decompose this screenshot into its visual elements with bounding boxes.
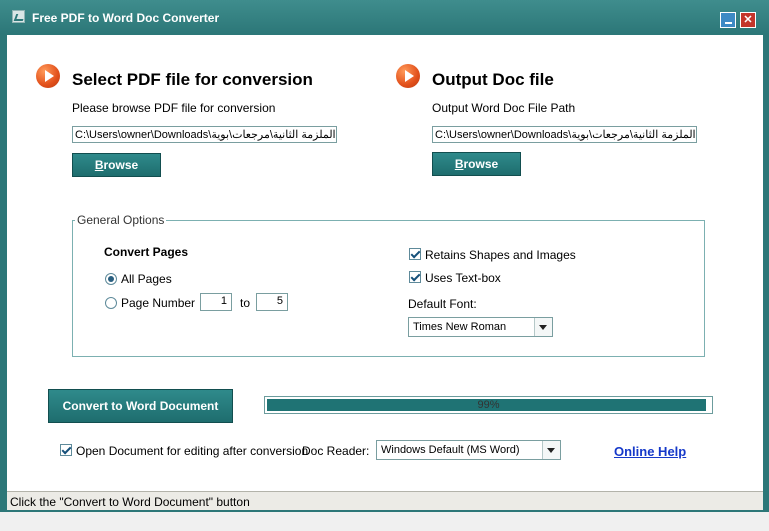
- to-label: to: [240, 296, 251, 310]
- open-document-checkbox[interactable]: [60, 444, 72, 456]
- output-heading: Output Doc file: [432, 70, 554, 89]
- conversion-progress-bar: 99%: [264, 396, 713, 414]
- play-arrow-icon: [36, 64, 60, 88]
- window-bottom-edge: [0, 512, 769, 531]
- chevron-down-icon[interactable]: [542, 441, 560, 459]
- default-font-label: Default Font:: [408, 297, 477, 311]
- browse-doc-label: rowse: [463, 157, 499, 171]
- page-number-label: Page Number: [121, 296, 196, 310]
- open-document-label: Open Document for editing after conversi…: [76, 444, 309, 458]
- retains-shapes-checkbox[interactable]: [409, 248, 421, 260]
- browse-pdf-button[interactable]: Browse: [72, 153, 161, 177]
- minimize-button[interactable]: [720, 12, 736, 28]
- window-title: Free PDF to Word Doc Converter: [32, 11, 220, 25]
- browse-pdf-label: rowse: [103, 158, 139, 172]
- page-to-input[interactable]: 5: [256, 293, 288, 311]
- pdf-path-input[interactable]: C:\Users\owner\Downloads\الملزمة الثانية…: [72, 126, 337, 143]
- page-from-input[interactable]: 1: [200, 293, 232, 311]
- doc-reader-value: Windows Default (MS Word): [381, 444, 520, 456]
- default-font-select[interactable]: Times New Roman: [408, 317, 553, 337]
- close-button[interactable]: ✕: [740, 12, 756, 28]
- progress-text: 99%: [477, 399, 500, 411]
- online-help-link[interactable]: Online Help: [614, 444, 686, 459]
- general-options-legend: General Options: [75, 213, 167, 227]
- play-arrow-icon: [396, 64, 420, 88]
- close-icon: ✕: [743, 13, 753, 26]
- app-icon: [12, 10, 25, 23]
- all-pages-radio[interactable]: [105, 273, 117, 285]
- retains-shapes-label: Retains Shapes and Images: [425, 248, 576, 262]
- general-options-group: [72, 220, 705, 357]
- status-text: Click the "Convert to Word Document" but…: [10, 495, 250, 509]
- chevron-down-icon[interactable]: [534, 318, 552, 336]
- convert-pages-heading: Convert Pages: [104, 245, 189, 259]
- input-label: Please browse PDF file for conversion: [72, 101, 276, 115]
- convert-button[interactable]: Convert to Word Document: [48, 389, 233, 423]
- browse-doc-button[interactable]: Browse: [432, 152, 521, 176]
- doc-reader-label: Doc Reader:: [302, 444, 370, 458]
- uses-textbox-checkbox[interactable]: [409, 271, 421, 283]
- browse-pdf-accel: B: [94, 158, 104, 172]
- input-heading: Select PDF file for conversion: [72, 70, 313, 89]
- minimize-icon: [724, 22, 732, 24]
- all-pages-label: All Pages: [121, 272, 172, 286]
- doc-path-input[interactable]: C:\Users\owner\Downloads\الملزمة الثانية…: [432, 126, 697, 143]
- uses-textbox-label: Uses Text-box: [425, 271, 501, 285]
- output-label: Output Word Doc File Path: [432, 101, 576, 115]
- page-number-radio[interactable]: [105, 297, 117, 309]
- browse-doc-accel: B: [454, 157, 464, 171]
- doc-reader-select[interactable]: Windows Default (MS Word): [376, 440, 561, 460]
- default-font-value: Times New Roman: [413, 321, 507, 333]
